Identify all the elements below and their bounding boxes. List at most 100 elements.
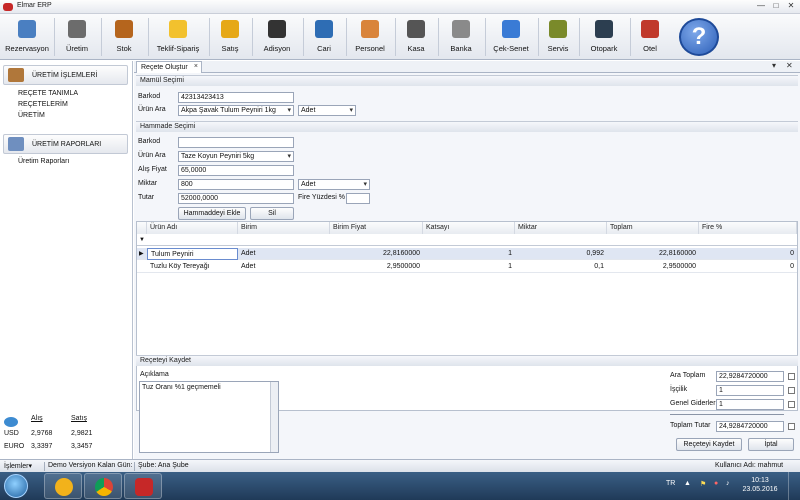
table-row[interactable]: Tuzlu Köy Tereyağı Adet 2,9500000 1 0,1 … xyxy=(137,261,797,273)
toolbar-otopark-button[interactable]: Otopark xyxy=(582,15,626,58)
add-material-button[interactable]: Hammaddeyi Ekle xyxy=(178,207,246,220)
cell-fire[interactable]: 0 xyxy=(699,261,797,273)
cell-toplam[interactable]: 2,9500000 xyxy=(607,261,699,273)
product-unit-combo[interactable]: Adet xyxy=(298,105,356,116)
sidebar-section-uretim-islemleri[interactable]: ÜRETİM İŞLEMLERİ xyxy=(3,65,128,85)
language-indicator[interactable]: TR xyxy=(666,480,675,487)
bank-icon xyxy=(452,20,470,38)
cell-katsayi[interactable]: 1 xyxy=(423,261,515,273)
toolbar-satis-button[interactable]: Satış xyxy=(212,15,248,58)
taskbar-elmar-erp[interactable] xyxy=(124,473,162,499)
cell-fire[interactable]: 0 xyxy=(699,248,797,260)
ara-toplam-field[interactable]: 22,9284720000 xyxy=(716,371,784,382)
show-desktop-button[interactable] xyxy=(788,472,800,500)
currency-globe-icon xyxy=(4,417,18,427)
cell-urun-adi[interactable]: Tulum Peyniri xyxy=(147,248,238,260)
cell-urun-adi[interactable]: Tuzlu Köy Tereyağı xyxy=(147,261,238,273)
tab-dropdown-icon[interactable]: ▾ xyxy=(772,61,776,70)
minimize-icon[interactable]: — xyxy=(754,1,768,12)
miktar-field[interactable]: 800 xyxy=(178,179,294,190)
toolbar-teklif-siparis-button[interactable]: Teklif-Sipariş xyxy=(151,15,205,58)
column-header-fire[interactable]: Fire % xyxy=(699,222,797,234)
tray-up-arrow-icon[interactable]: ▲ xyxy=(684,480,691,487)
sidebar-item-recetelerim[interactable]: REÇETELERİM xyxy=(18,101,68,108)
tab-close-all-icon[interactable]: ✕ xyxy=(786,61,793,70)
cell-miktar[interactable]: 0,1 xyxy=(515,261,607,273)
fire-yuzdesi-field[interactable] xyxy=(346,193,370,204)
toolbar-servis-button[interactable]: Servis xyxy=(541,15,575,58)
miktar-unit-combo[interactable]: Adet xyxy=(298,179,370,190)
cell-toplam[interactable]: 22,8160000 xyxy=(607,248,699,260)
table-row[interactable]: ▶ Tulum Peyniri Adet 22,8160000 1 0,992 … xyxy=(137,248,797,260)
tray-flag-icon[interactable]: ⚑ xyxy=(700,480,706,488)
toolbar-cek-senet-button[interactable]: Çek-Senet xyxy=(488,15,534,58)
toolbar-adisyon-button[interactable]: Adisyon xyxy=(255,15,299,58)
iscilik-checkbox[interactable] xyxy=(788,387,795,394)
cell-birim[interactable]: Adet xyxy=(238,261,330,273)
taskbar-clock[interactable]: 10:13 23.05.2016 xyxy=(740,476,780,494)
sidebar-item-uretim[interactable]: ÜRETİM xyxy=(18,112,45,119)
start-button[interactable] xyxy=(4,474,28,498)
contacts-icon xyxy=(315,20,333,38)
urun-ara-label: Ürün Ara xyxy=(138,106,166,113)
column-header-katsayi[interactable]: Katsayı xyxy=(423,222,515,234)
cancel-button[interactable]: İptal xyxy=(748,438,794,451)
toolbar-banka-button[interactable]: Banka xyxy=(441,15,481,58)
cell-birim[interactable]: Adet xyxy=(238,248,330,260)
maximize-icon[interactable]: □ xyxy=(769,1,783,12)
iscilik-field[interactable]: 1 xyxy=(716,385,784,396)
window-controls: — □ ✕ xyxy=(754,1,798,12)
toolbar-cari-button[interactable]: Cari xyxy=(306,15,342,58)
sidebar-item-recete-tanimla[interactable]: REÇETE TANIMLA xyxy=(18,90,78,97)
cell-miktar[interactable]: 0,992 xyxy=(515,248,607,260)
toolbar-label: Kasa xyxy=(407,44,425,53)
close-icon[interactable]: ✕ xyxy=(784,1,798,12)
aciklama-scrollbar[interactable] xyxy=(270,382,278,452)
material-search-combo[interactable]: Taze Koyun Peyniri 5kg xyxy=(178,151,294,162)
toolbar-personel-button[interactable]: Personel xyxy=(349,15,391,58)
tab-recete-olustur[interactable]: Reçete Oluştur × xyxy=(136,61,202,73)
tray-network-icon[interactable]: ● xyxy=(714,480,718,487)
aciklama-textarea[interactable]: Tuz Oranı %1 geçmemeli xyxy=(139,381,279,453)
grid-filter-row[interactable]: ▼ xyxy=(137,234,797,246)
toolbar-label: Personel xyxy=(355,44,385,53)
currency-code: USD xyxy=(4,430,19,437)
toolbar-uretim-button[interactable]: Üretim xyxy=(57,15,97,58)
alis-fiyat-field[interactable]: 65,0000 xyxy=(178,165,294,176)
toolbar-rezervasyon-button[interactable]: Rezervasyon xyxy=(2,15,52,58)
product-barkod-field[interactable]: 42313423413 xyxy=(178,92,294,103)
toplam-tutar-field[interactable]: 24,9284720000 xyxy=(716,421,784,432)
column-header-miktar[interactable]: Miktar xyxy=(515,222,607,234)
tab-close-icon[interactable]: × xyxy=(194,63,198,70)
tray-volume-icon[interactable]: ♪ xyxy=(726,480,730,487)
row-pointer-icon: ▶ xyxy=(139,251,144,257)
save-recipe-button[interactable]: Reçeteyi Kaydet xyxy=(676,438,742,451)
tutar-field[interactable]: 52000,0000 xyxy=(178,193,294,204)
column-header-toplam[interactable]: Toplam xyxy=(607,222,699,234)
material-barkod-field[interactable] xyxy=(178,137,294,148)
help-button[interactable]: ? xyxy=(679,18,719,56)
toplam-tutar-checkbox[interactable] xyxy=(788,423,795,430)
taskbar-app-1[interactable] xyxy=(44,473,82,499)
column-header-birim[interactable]: Birim xyxy=(238,222,330,234)
cell-katsayi[interactable]: 1 xyxy=(423,248,515,260)
cell-birim-fiyat[interactable]: 22,8160000 xyxy=(330,248,423,260)
cell-birim-fiyat[interactable]: 2,9500000 xyxy=(330,261,423,273)
genel-giderler-checkbox[interactable] xyxy=(788,401,795,408)
sidebar-section-uretim-raporlari[interactable]: ÜRETİM RAPORLARI xyxy=(3,134,128,154)
delete-material-button[interactable]: Sil xyxy=(250,207,294,220)
column-header-birim-fiyat[interactable]: Birim Fiyat xyxy=(330,222,423,234)
taskbar-chrome[interactable] xyxy=(84,473,122,499)
product-search-combo[interactable]: Akpa Şavak Tulum Peyniri 1kg xyxy=(178,105,294,116)
islemler-menu[interactable]: İşlemler▾ xyxy=(4,462,32,470)
currency-sell: 2,9821 xyxy=(71,430,93,437)
status-bar: İşlemler▾ Demo Versiyon Kalan Gün: Şube:… xyxy=(0,459,800,472)
genel-giderler-field[interactable]: 1 xyxy=(716,399,784,410)
toolbar-kasa-button[interactable]: Kasa xyxy=(398,15,434,58)
column-header-urun-adi[interactable]: Ürün Adı xyxy=(147,222,238,234)
sidebar-item-uretim-raporlari[interactable]: Üretim Raporları xyxy=(18,158,69,165)
save-recipe-panel: Reçeteyi Kaydet Açıklama Tuz Oranı %1 ge… xyxy=(136,355,798,459)
toolbar-otel-button[interactable]: Otel xyxy=(633,15,667,58)
ara-toplam-checkbox[interactable] xyxy=(788,373,795,380)
toolbar-stok-button[interactable]: Stok xyxy=(104,15,144,58)
